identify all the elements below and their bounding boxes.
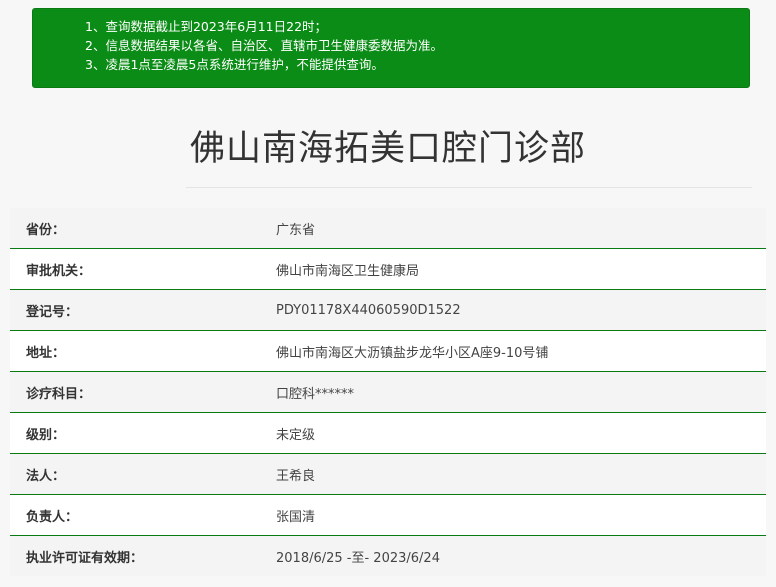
table-row: 省份： 广东省 [10, 208, 766, 249]
row-value: PDY01178X44060590D1522 [276, 302, 461, 318]
row-value: 口腔科****** [276, 386, 355, 402]
notice-line: 1、查询数据截止到2023年6月11日22时； [85, 19, 328, 34]
row-label: 省份： [26, 222, 66, 238]
notice-banner: 1、查询数据截止到2023年6月11日22时； 2、信息数据结果以各省、自治区、… [32, 8, 750, 88]
table-row: 登记号： PDY01178X44060590D1522 [10, 290, 766, 331]
row-label: 诊疗科目： [26, 386, 92, 402]
table-row: 地址： 佛山市南海区大沥镇盐步龙华小区A座9-10号铺 [10, 331, 766, 372]
row-value: 张国清 [276, 509, 316, 525]
table-row: 级别： 未定级 [10, 413, 766, 454]
row-value: 王希良 [276, 468, 316, 484]
table-row: 执业许可证有效期： 2018/6/25 -至- 2023/6/24 [10, 536, 766, 576]
row-label: 登记号： [26, 304, 79, 320]
row-label: 地址： [26, 345, 66, 361]
table-row: 诊疗科目： 口腔科****** [10, 372, 766, 413]
info-table: 省份： 广东省 审批机关： 佛山市南海区卫生健康局 登记号： PDY01178X… [10, 208, 766, 576]
row-value: 未定级 [276, 427, 316, 443]
row-value: 广东省 [276, 222, 316, 238]
row-value: 佛山市南海区卫生健康局 [276, 263, 420, 279]
table-row: 法人： 王希良 [10, 454, 766, 495]
row-label: 执业许可证有效期： [26, 550, 144, 566]
row-label: 负责人： [26, 509, 79, 525]
row-value: 佛山市南海区大沥镇盐步龙华小区A座9-10号铺 [276, 345, 549, 361]
table-row: 审批机关： 佛山市南海区卫生健康局 [10, 249, 766, 290]
row-value: 2018/6/25 -至- 2023/6/24 [276, 550, 440, 566]
page-title: 佛山南海拓美口腔门诊部 [189, 129, 586, 169]
row-label: 审批机关： [26, 263, 92, 279]
notice-line: 2、信息数据结果以各省、自治区、直辖市卫生健康委数据为准。 [85, 38, 443, 53]
row-label: 法人： [26, 468, 66, 484]
notice-line: 3、凌晨1点至凌晨5点系统进行维护，不能提供查询。 [85, 57, 384, 72]
title-divider [186, 187, 752, 188]
row-label: 级别： [26, 427, 66, 443]
table-row: 负责人： 张国清 [10, 495, 766, 536]
